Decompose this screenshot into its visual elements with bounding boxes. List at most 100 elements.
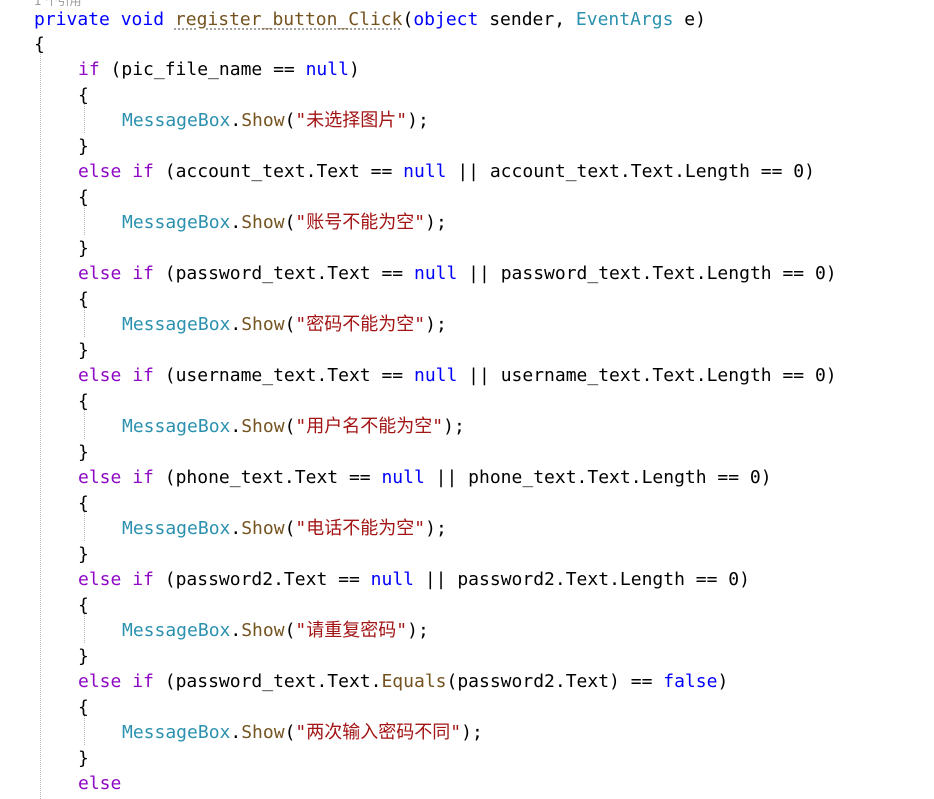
code-token: Show xyxy=(241,620,285,641)
code-line: else if (username_text.Text == null || u… xyxy=(78,364,837,388)
code-token: MessageBox xyxy=(122,518,231,539)
code-token: MessageBox xyxy=(122,212,231,233)
code-token: "两次输入密码不同" xyxy=(295,722,462,743)
code-line: } xyxy=(78,135,89,159)
code-token: || password_text.Text.Length == 0) xyxy=(457,263,837,284)
code-line: MessageBox.Show("电话不能为空"); xyxy=(122,517,447,541)
code-token: object xyxy=(413,9,479,30)
code-token: null xyxy=(403,161,447,182)
indent-guide xyxy=(40,52,41,799)
code-line: { xyxy=(34,33,45,57)
code-token: else xyxy=(78,161,122,182)
code-token: else xyxy=(78,569,122,590)
code-line: } xyxy=(78,543,89,567)
code-token: Show xyxy=(241,416,285,437)
references-codelens[interactable]: 1 个引用 xyxy=(34,0,81,8)
code-token: if xyxy=(132,467,154,488)
code-line: if (pic_file_name == null) xyxy=(78,58,360,82)
code-token: Show xyxy=(241,110,285,131)
code-token: } xyxy=(78,442,89,463)
code-line: MessageBox.Show("账号不能为空"); xyxy=(122,211,447,235)
code-line: else if (password2.Text == null || passw… xyxy=(78,568,750,592)
code-token: . xyxy=(230,722,242,743)
code-token: || password2.Text.Length == 0) xyxy=(414,569,750,590)
code-token: } xyxy=(78,340,89,361)
code-token: ( xyxy=(402,9,414,30)
code-token: "账号不能为空" xyxy=(295,212,426,233)
code-line: { xyxy=(78,492,89,516)
code-line: } xyxy=(78,339,89,363)
code-token: . xyxy=(230,620,242,641)
code-token: . xyxy=(230,110,242,131)
code-token: "请重复密码" xyxy=(295,620,408,641)
code-line: { xyxy=(78,84,89,108)
code-token: . xyxy=(230,518,242,539)
code-token: { xyxy=(34,34,45,55)
code-token: "电话不能为空" xyxy=(295,518,426,539)
code-token: MessageBox xyxy=(122,722,231,743)
code-token: MessageBox xyxy=(122,314,231,335)
code-line: MessageBox.Show("用户名不能为空"); xyxy=(122,415,465,439)
code-token: { xyxy=(78,697,89,718)
code-token: else xyxy=(78,263,122,284)
code-token: ( xyxy=(284,416,296,437)
code-token: ); xyxy=(425,212,447,233)
code-token: sender, xyxy=(478,9,576,30)
code-token: ) xyxy=(348,59,360,80)
code-token: { xyxy=(78,493,89,514)
code-token: if xyxy=(78,59,100,80)
code-line: else xyxy=(78,772,121,796)
code-token: { xyxy=(78,289,89,310)
code-token: else xyxy=(78,365,122,386)
code-token: else xyxy=(78,671,122,692)
code-line: { xyxy=(78,186,89,210)
code-token: "密码不能为空" xyxy=(295,314,426,335)
code-line: else if (password_text.Text == null || p… xyxy=(78,262,837,286)
code-token: ) xyxy=(717,671,729,692)
code-token: if xyxy=(132,365,154,386)
code-line: MessageBox.Show("两次输入密码不同"); xyxy=(122,721,483,745)
code-token: else xyxy=(78,467,122,488)
code-token: (pic_file_name == xyxy=(99,59,306,80)
code-token: Show xyxy=(241,722,285,743)
code-token: ( xyxy=(284,722,296,743)
code-token: } xyxy=(78,136,89,157)
code-token: . xyxy=(230,416,242,437)
code-token: { xyxy=(78,391,89,412)
code-line: { xyxy=(78,594,89,618)
code-token: if xyxy=(132,161,154,182)
code-token: Show xyxy=(241,518,285,539)
code-token: null xyxy=(413,365,458,386)
code-line: MessageBox.Show("未选择图片"); xyxy=(122,109,429,133)
code-token: "用户名不能为空" xyxy=(295,416,444,437)
code-editor[interactable]: 1 个引用 private void register_button_Click… xyxy=(0,0,934,799)
code-token: Show xyxy=(241,314,285,335)
code-token: ( xyxy=(284,110,296,131)
code-token: || phone_text.Text.Length == 0) xyxy=(424,467,772,488)
code-token: (password2.Text == xyxy=(153,569,371,590)
code-line: } xyxy=(78,441,89,465)
code-token: || account_text.Text.Length == 0) xyxy=(446,161,815,182)
code-token: null xyxy=(370,569,414,590)
code-token: { xyxy=(78,187,89,208)
code-token: (password_text.Text == xyxy=(153,263,414,284)
code-token: "未选择图片" xyxy=(295,110,408,131)
code-line: else if (phone_text.Text == null || phon… xyxy=(78,466,772,490)
code-token: } xyxy=(78,238,89,259)
code-token: ( xyxy=(284,518,296,539)
code-token: Equals xyxy=(381,671,447,692)
code-token: (username_text.Text == xyxy=(153,365,414,386)
code-line: { xyxy=(78,390,89,414)
code-token: . xyxy=(230,212,242,233)
code-token: ( xyxy=(284,314,296,335)
code-token: ); xyxy=(407,110,429,131)
code-token: null xyxy=(381,467,425,488)
code-token: { xyxy=(78,595,89,616)
code-token: MessageBox xyxy=(122,110,231,131)
code-line: MessageBox.Show("请重复密码"); xyxy=(122,619,429,643)
